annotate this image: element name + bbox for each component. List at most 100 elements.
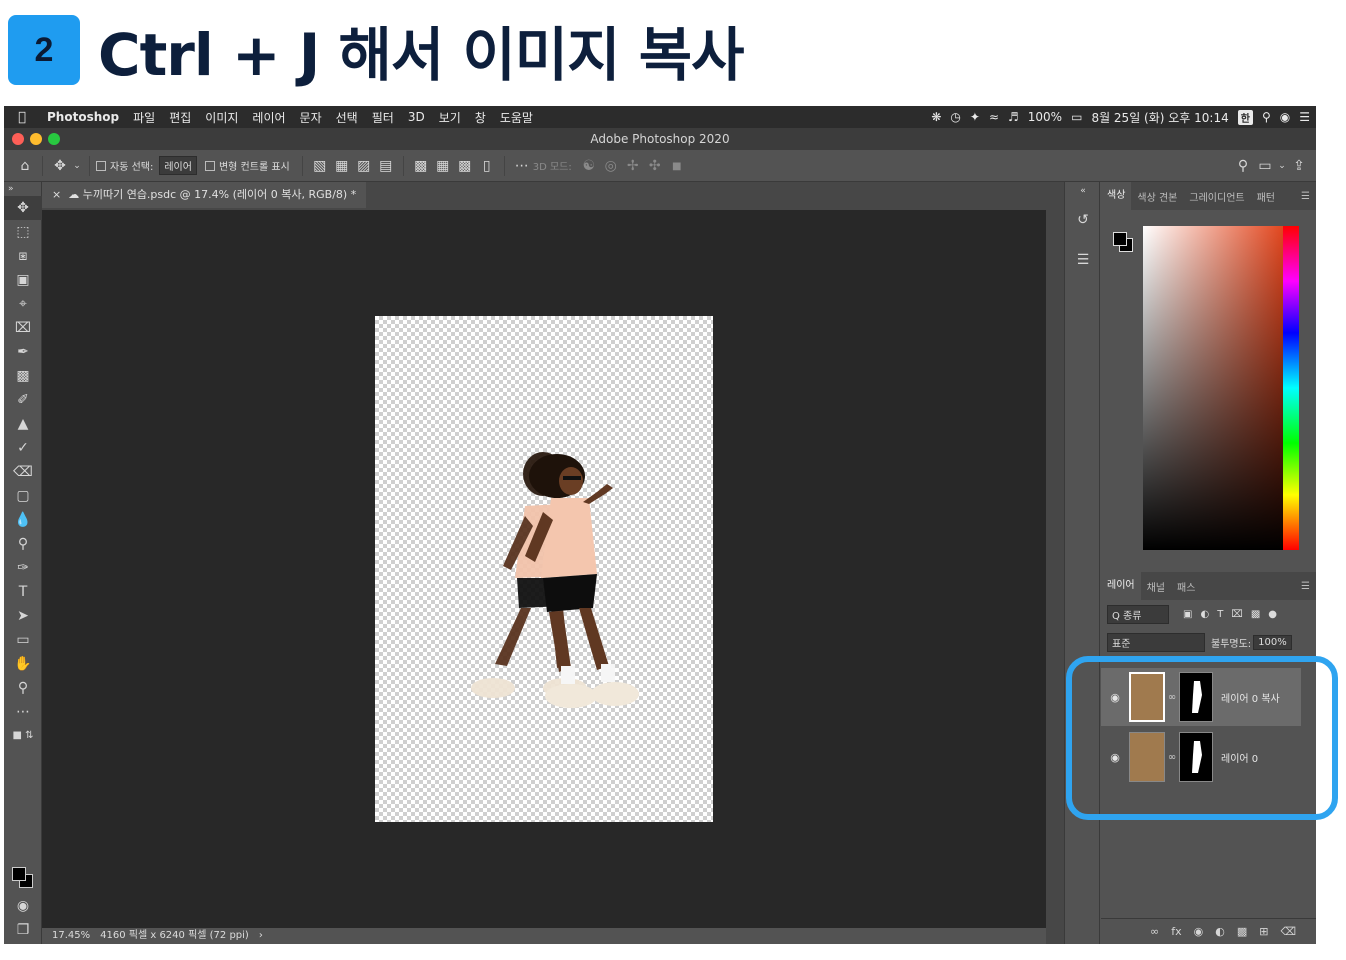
filter-toggle-icon[interactable]: ● xyxy=(1268,609,1277,620)
battery-icon[interactable]: ▭ xyxy=(1071,110,1082,124)
dodge-tool-icon[interactable]: ⚲ xyxy=(4,532,42,556)
document-tab[interactable]: × ☁ 누끼따기 연습.psdc @ 17.4% (레이어 0 복사, RGB/… xyxy=(42,182,367,208)
opacity-input[interactable]: 100% xyxy=(1253,634,1292,650)
filter-shape-icon[interactable]: ⌧ xyxy=(1231,609,1243,620)
marquee-tool-icon[interactable]: ⬚ xyxy=(4,220,42,244)
history-panel-icon[interactable]: ↺ xyxy=(1065,200,1101,240)
brush-tool-icon[interactable]: ✐ xyxy=(4,388,42,412)
more-options-icon[interactable]: ⋯ xyxy=(511,158,533,174)
menu-help[interactable]: 도움말 xyxy=(493,109,540,126)
align-middle-icon[interactable]: ▦ xyxy=(432,158,454,174)
creative-cloud-icon[interactable]: ❋ xyxy=(931,110,941,124)
tab-paths[interactable]: 패스 xyxy=(1171,579,1201,594)
align-top-icon[interactable]: ▩ xyxy=(410,158,432,174)
properties-panel-icon[interactable]: ☰ xyxy=(1065,240,1101,280)
path-select-tool-icon[interactable]: ➤ xyxy=(4,604,42,628)
blur-tool-icon[interactable]: 💧 xyxy=(4,508,42,532)
spotlight-search-icon[interactable]: ⚲ xyxy=(1262,110,1271,124)
document-canvas[interactable] xyxy=(375,316,713,822)
pen-tool-icon[interactable]: ✑ xyxy=(4,556,42,580)
align-center-icon[interactable]: ▦ xyxy=(331,158,353,174)
filter-pixel-icon[interactable]: ▣ xyxy=(1183,609,1192,620)
zoom-level[interactable]: 17.45% xyxy=(52,928,90,944)
chevron-right-icon[interactable]: › xyxy=(259,928,263,944)
wifi-icon[interactable]: ≈ xyxy=(989,110,999,124)
siri-icon[interactable]: ◉ xyxy=(1280,110,1290,124)
share-icon[interactable]: ⇪ xyxy=(1288,158,1310,174)
input-method-indicator[interactable]: 한 xyxy=(1237,109,1253,125)
hand-tool-icon[interactable]: ✋ xyxy=(4,652,42,676)
stamp-tool-icon[interactable]: ▲ xyxy=(4,412,42,436)
canvas-area[interactable] xyxy=(42,210,1046,928)
menu-window[interactable]: 창 xyxy=(468,109,493,126)
screen-mode-icon[interactable]: ❐ xyxy=(4,918,42,942)
menu-3d[interactable]: 3D xyxy=(401,110,432,124)
collapse-dock-icon[interactable]: « xyxy=(1065,182,1101,200)
object-select-tool-icon[interactable]: ▣ xyxy=(4,268,42,292)
close-tab-icon[interactable]: × xyxy=(52,188,61,201)
panel-menu-icon[interactable]: ☰ xyxy=(1295,581,1316,592)
control-list-icon[interactable]: ☰ xyxy=(1299,110,1310,124)
rectangle-tool-icon[interactable]: ▭ xyxy=(4,628,42,652)
blend-mode-dropdown[interactable]: 표준 xyxy=(1107,632,1205,652)
menu-image[interactable]: 이미지 xyxy=(198,109,245,126)
close-window-button[interactable] xyxy=(12,133,24,145)
add-mask-icon[interactable]: ◉ xyxy=(1194,925,1204,938)
fx-icon[interactable]: fx xyxy=(1171,925,1181,938)
lasso-tool-icon[interactable]: ⧆ xyxy=(4,244,42,268)
history-brush-tool-icon[interactable]: ✓ xyxy=(4,436,42,460)
menu-select[interactable]: 선택 xyxy=(329,109,365,126)
volume-icon[interactable]: ♬ xyxy=(1008,110,1019,124)
zoom-tool-icon[interactable]: ⚲ xyxy=(4,676,42,700)
healing-brush-tool-icon[interactable]: ▩ xyxy=(4,364,42,388)
search-icon[interactable]: ⚲ xyxy=(1232,158,1254,174)
edit-toolbar-icon[interactable]: ⋯ xyxy=(4,700,42,724)
default-colors-icon[interactable]: ■ ⇅ xyxy=(4,724,42,748)
tab-patterns[interactable]: 패턴 xyxy=(1251,189,1281,204)
menu-app-name[interactable]: Photoshop xyxy=(40,110,126,124)
adjustment-layer-icon[interactable]: ◐ xyxy=(1215,925,1225,938)
eraser-tool-icon[interactable]: ⌫ xyxy=(4,460,42,484)
expand-toolbar-icon[interactable]: » xyxy=(4,182,42,196)
chevron-down-icon[interactable]: ⌄ xyxy=(1276,161,1288,171)
type-tool-icon[interactable]: T xyxy=(4,580,42,604)
tab-swatches[interactable]: 색상 견본 xyxy=(1131,189,1183,204)
home-icon[interactable]: ⌂ xyxy=(14,158,36,174)
tab-gradients[interactable]: 그레이디언트 xyxy=(1183,189,1250,204)
foreground-color-swatch[interactable] xyxy=(12,867,26,881)
color-panel-fg-swatch[interactable] xyxy=(1113,232,1127,246)
link-layers-icon[interactable]: ∞ xyxy=(1150,925,1159,938)
auto-select-dropdown[interactable]: 레이어 xyxy=(159,156,197,175)
panel-menu-icon[interactable]: ☰ xyxy=(1295,191,1316,202)
trash-icon[interactable]: ⌫ xyxy=(1280,925,1296,938)
clock-icon[interactable]: ◷ xyxy=(950,110,960,124)
move-tool-icon[interactable]: ✥ xyxy=(49,158,71,174)
minimize-window-button[interactable] xyxy=(30,133,42,145)
new-group-icon[interactable]: ▩ xyxy=(1237,925,1247,938)
chevron-down-icon[interactable]: ⌄ xyxy=(71,161,83,171)
distribute-vertical-icon[interactable]: ▯ xyxy=(476,158,498,174)
align-bottom-icon[interactable]: ▩ xyxy=(454,158,476,174)
workspace-icon[interactable]: ▭ xyxy=(1254,158,1276,174)
tab-color[interactable]: 색상 xyxy=(1101,182,1132,210)
menu-edit[interactable]: 편집 xyxy=(162,109,198,126)
tab-channels[interactable]: 채널 xyxy=(1141,579,1171,594)
transform-controls-checkbox[interactable] xyxy=(204,160,215,171)
menu-filter[interactable]: 필터 xyxy=(365,109,401,126)
new-layer-icon[interactable]: ⊞ xyxy=(1259,925,1268,938)
filter-type-icon[interactable]: T xyxy=(1217,609,1223,620)
filter-smart-object-icon[interactable]: ▩ xyxy=(1251,609,1260,620)
auto-select-checkbox[interactable] xyxy=(96,160,106,171)
filter-adjustment-icon[interactable]: ◐ xyxy=(1200,609,1209,620)
move-tool-icon[interactable]: ✥ xyxy=(4,196,42,220)
gradient-tool-icon[interactable]: ▢ xyxy=(4,484,42,508)
layer-filter-dropdown[interactable]: Q 종류 xyxy=(1107,604,1169,624)
menu-file[interactable]: 파일 xyxy=(126,109,162,126)
distribute-icon[interactable]: ▤ xyxy=(375,158,397,174)
apple-icon[interactable]:  xyxy=(4,110,40,125)
menu-type[interactable]: 문자 xyxy=(293,109,329,126)
color-picker-field[interactable] xyxy=(1143,226,1283,550)
menu-layer[interactable]: 레이어 xyxy=(245,109,292,126)
bluetooth-icon[interactable]: ✦ xyxy=(970,110,980,124)
align-right-icon[interactable]: ▨ xyxy=(353,158,375,174)
